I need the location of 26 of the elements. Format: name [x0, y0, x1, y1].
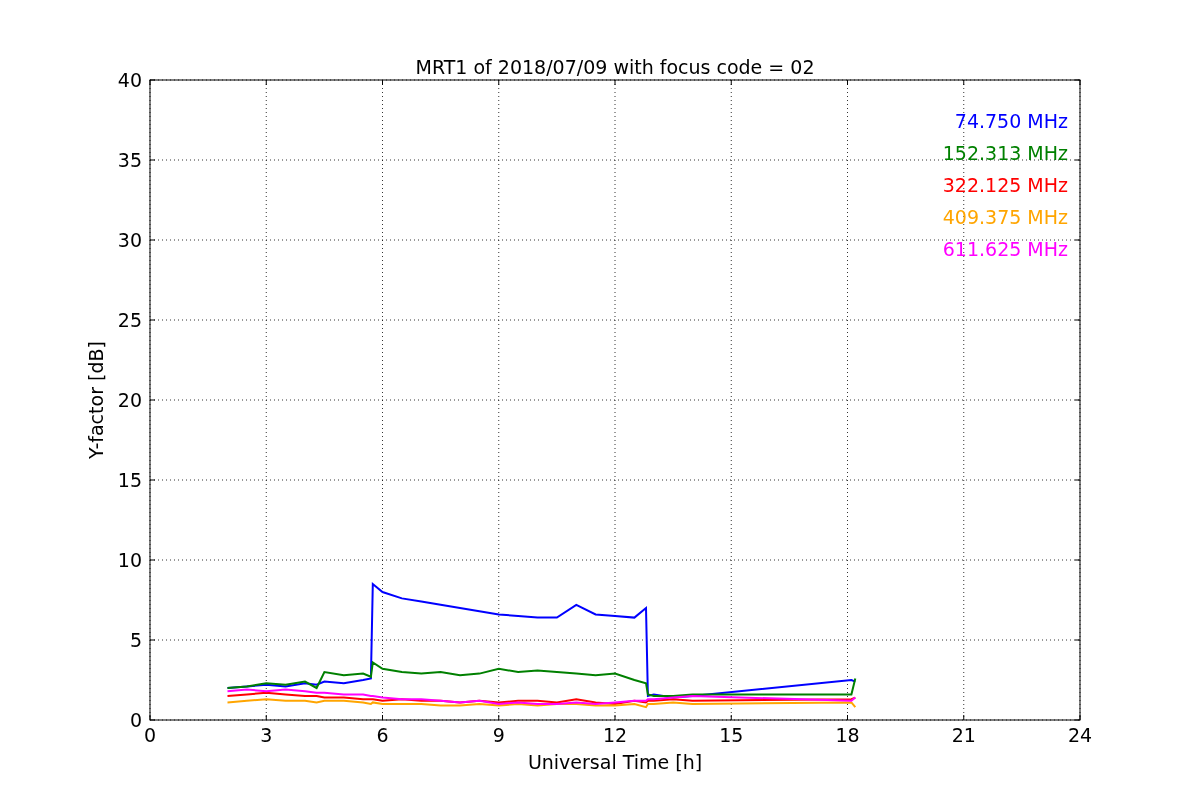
- y-tick-label: 30: [117, 229, 142, 251]
- x-axis-label: Universal Time [h]: [527, 751, 703, 773]
- x-tick-label: 0: [143, 724, 157, 746]
- legend-label: 611.625 MHz: [942, 238, 1068, 260]
- x-tick-label: 24: [1067, 724, 1093, 746]
- legend-label: 409.375 MHz: [942, 206, 1068, 228]
- x-tick-label: 12: [602, 724, 628, 746]
- x-tick-label: 18: [835, 724, 860, 746]
- x-tick-label: 9: [492, 724, 505, 746]
- y-tick-label: 20: [117, 389, 142, 411]
- legend-label: 322.125 MHz: [942, 174, 1068, 196]
- x-tick-label: 21: [951, 724, 976, 746]
- y-tick-label: 5: [129, 629, 142, 651]
- legend-label: 152.313 MHz: [942, 142, 1068, 164]
- y-tick-label: 10: [117, 549, 142, 571]
- x-tick-label: 3: [260, 724, 273, 746]
- legend-label: 74.750 MHz: [954, 110, 1068, 132]
- y-tick-label: 25: [117, 309, 142, 331]
- y-tick-label: 40: [117, 69, 142, 91]
- x-tick-label: 6: [376, 724, 389, 746]
- y-tick-label: 35: [117, 149, 142, 171]
- y-tick-label: 0: [129, 709, 142, 731]
- chart-title: MRT1 of 2018/07/09 with focus code = 02: [415, 56, 815, 78]
- y-tick-label: 15: [117, 469, 142, 491]
- y-axis-label: Y-factor [dB]: [85, 341, 107, 459]
- x-tick-label: 15: [719, 724, 744, 746]
